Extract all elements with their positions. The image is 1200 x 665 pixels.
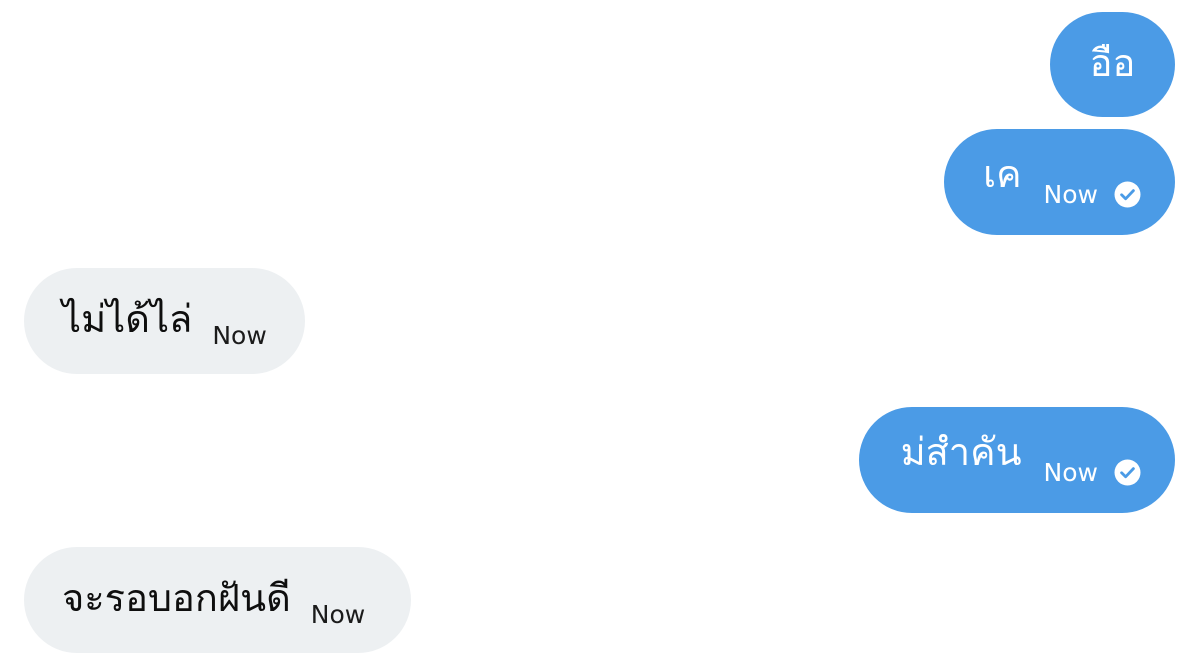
message-bubble-sent[interactable]: อือ xyxy=(1050,12,1175,117)
chat-thread: อือ เค Now ไม่ได้ไล่ Now ม่สำคัน Now จะร… xyxy=(0,0,1200,665)
message-text: ไม่ได้ไล่ xyxy=(62,297,193,341)
message-meta: Now xyxy=(311,602,365,627)
message-meta: Now xyxy=(212,323,266,348)
message-bubble-received[interactable]: จะรอบอกฝันดี Now xyxy=(24,547,411,653)
message-meta: Now xyxy=(1044,181,1141,208)
message-text: อือ xyxy=(1089,40,1136,85)
read-check-icon xyxy=(1114,181,1141,208)
message-timestamp: Now xyxy=(310,599,366,629)
message-text: จะรอบอกฝันดี xyxy=(62,576,291,620)
message-timestamp: Now xyxy=(1043,457,1098,487)
message-text: เค xyxy=(983,152,1022,196)
read-check-icon xyxy=(1114,459,1141,486)
message-meta: Now xyxy=(1044,459,1141,486)
message-text: ม่สำคัน xyxy=(900,430,1022,474)
message-bubble-received[interactable]: ไม่ได้ไล่ Now xyxy=(24,268,305,374)
message-timestamp: Now xyxy=(212,320,267,350)
message-bubble-sent[interactable]: เค Now xyxy=(944,129,1175,235)
message-bubble-sent[interactable]: ม่สำคัน Now xyxy=(859,407,1175,513)
message-timestamp: Now xyxy=(1043,179,1098,209)
